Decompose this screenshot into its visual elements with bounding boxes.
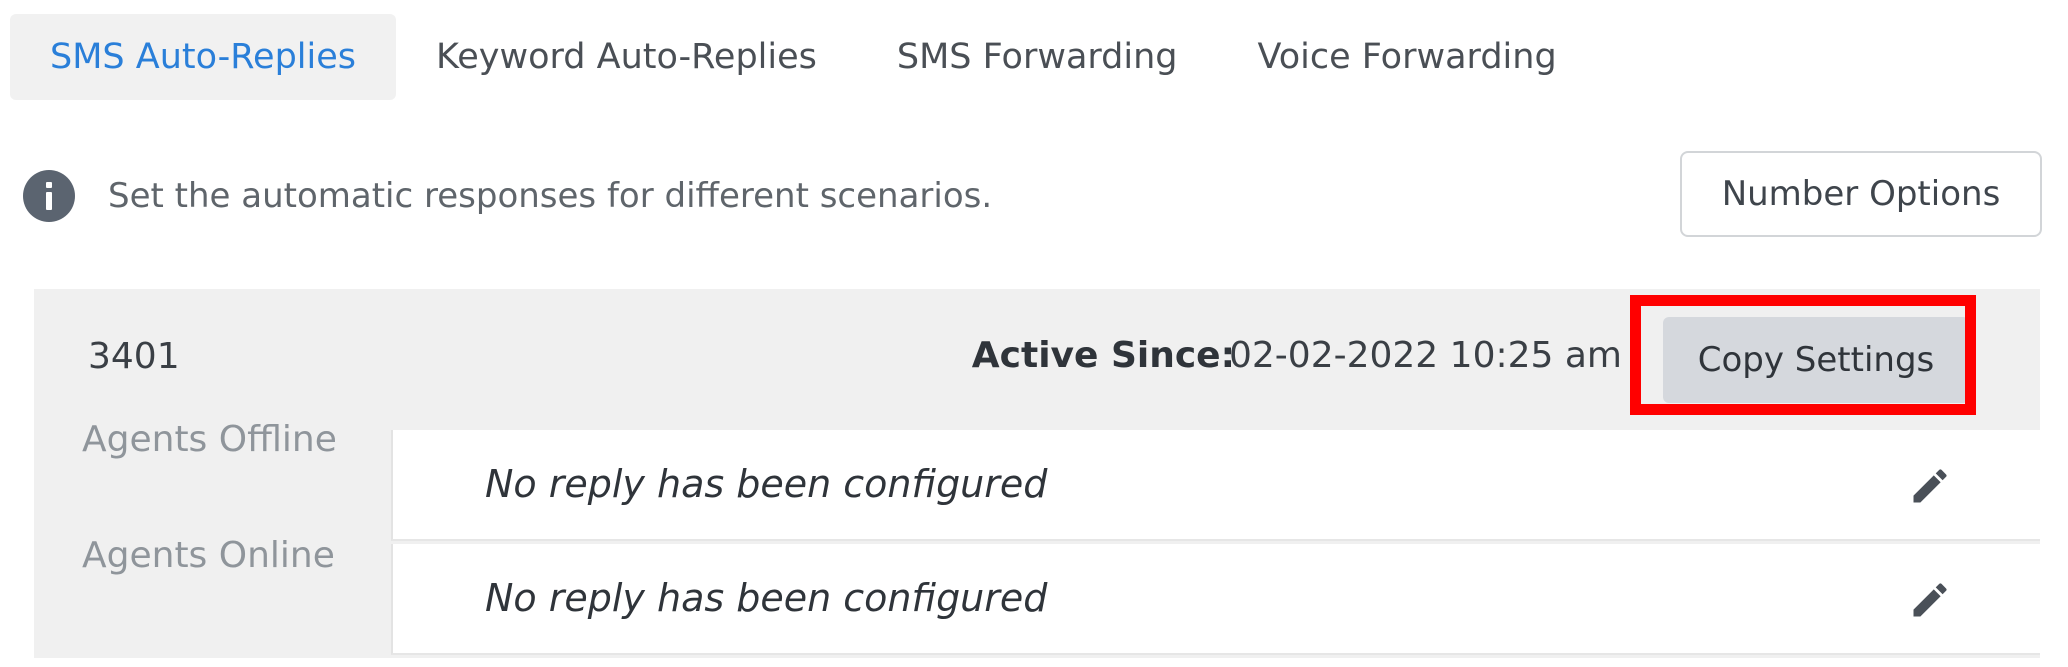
tab-sms-auto-replies[interactable]: SMS Auto-Replies: [10, 14, 397, 100]
tab-bar: SMS Auto-Replies Keyword Auto-Replies SM…: [10, 14, 1597, 100]
tab-keyword-auto-replies[interactable]: Keyword Auto-Replies: [396, 14, 857, 100]
number-options-button[interactable]: Number Options: [1680, 151, 2042, 237]
info-icon: [23, 170, 75, 222]
active-since-label: Active Since:: [971, 335, 1235, 376]
reply-text: No reply has been configured: [485, 462, 1048, 506]
row-label-agents-offline: Agents Offline: [82, 419, 337, 460]
info-description: Set the automatic responses for differen…: [108, 176, 993, 216]
reply-text: No reply has been configured: [485, 576, 1048, 620]
active-since-value: 02-02-2022 10:25 am: [1229, 335, 1622, 376]
pencil-icon[interactable]: [1908, 464, 1952, 508]
number-panel: 3401 Active Since: 02-02-2022 10:25 am C…: [34, 289, 2040, 658]
highlight-box: [1630, 295, 1976, 415]
reply-row-agents-online: No reply has been configured: [391, 544, 2040, 655]
pencil-icon[interactable]: [1908, 578, 1952, 622]
row-label-agents-online: Agents Online: [82, 535, 335, 576]
phone-number-id: 3401: [88, 336, 180, 377]
tab-sms-forwarding[interactable]: SMS Forwarding: [857, 14, 1218, 100]
reply-row-agents-offline: No reply has been configured: [391, 430, 2040, 541]
tab-voice-forwarding[interactable]: Voice Forwarding: [1218, 14, 1597, 100]
